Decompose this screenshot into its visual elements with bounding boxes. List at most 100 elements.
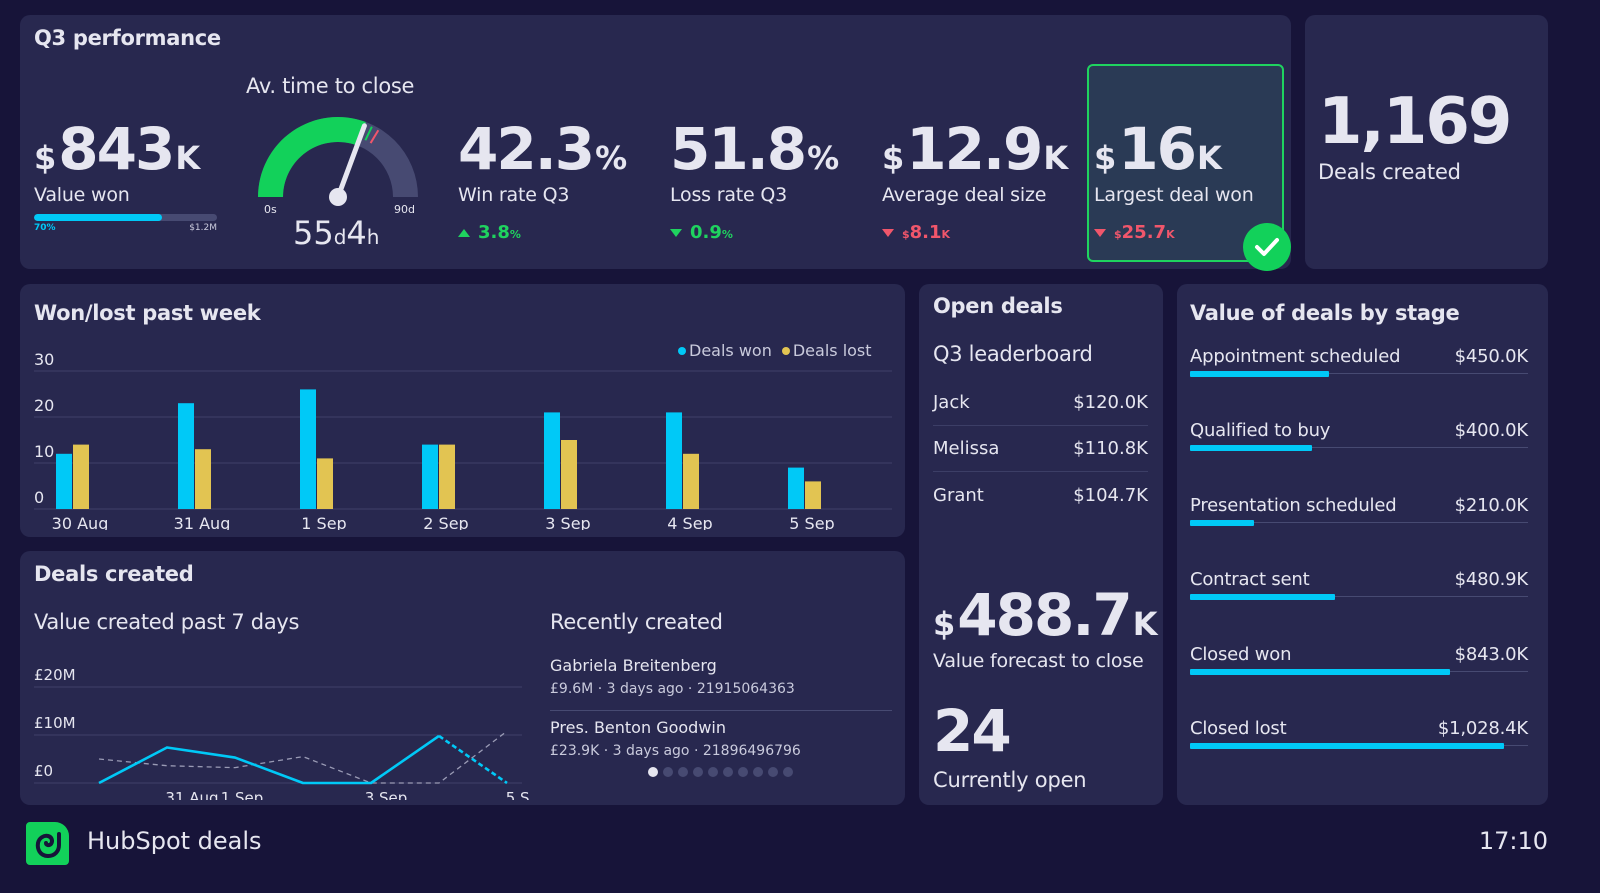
y-tick-label: £20M [34, 666, 76, 684]
win-rate-label: Win rate Q3 [458, 184, 570, 206]
avg-deal-kpi: $12.9K Average deal size $8.1K [882, 120, 1068, 243]
delta-value: 8.1 [909, 222, 942, 243]
stages-title: Value of deals by stage [1190, 301, 1460, 325]
unit-suffix: K [1196, 139, 1222, 177]
win-rate-delta: 3.8% [458, 222, 627, 243]
pagination-dot[interactable] [783, 767, 793, 777]
recent-deal-name: Pres. Benton Goodwin [550, 718, 726, 737]
stage-row: Closed won $843.0K [1190, 644, 1528, 675]
deals-created-total-value: 1,169 [1318, 85, 1512, 159]
stage-header: Closed lost $1,028.4K [1190, 718, 1528, 739]
delta-unit: % [509, 228, 521, 241]
trend-up-icon [458, 228, 470, 237]
recent-deal-item[interactable]: Gabriela Breitenberg £9.6M · 3 days ago … [550, 656, 892, 711]
hubspot-logo-icon [26, 822, 69, 865]
bar-lost [683, 453, 699, 509]
x-tick-label: 1 Sep [221, 789, 264, 800]
bar-won [422, 444, 438, 509]
won-lost-bar-chart: 0 10 20 30 30 Aug 31 Aug 1 Sep 2 Sep 3 Sep 4 Sep 5… [34, 350, 892, 530]
pagination-dot[interactable] [738, 767, 748, 777]
value-created-line-chart: £0 £10M £20M 31 Aug1 Sep 3 Sep 5 Sep [34, 666, 530, 800]
stage-bar-fill [1190, 668, 1451, 675]
x-tick-label: 5 Sep [506, 789, 530, 800]
pagination-dot[interactable] [648, 767, 658, 777]
recently-created-title: Recently created [550, 610, 723, 634]
leaderboard-row: Melissa $110.8K [933, 426, 1148, 472]
pagination-dot[interactable] [753, 767, 763, 777]
q3-performance-title: Q3 performance [34, 26, 221, 50]
x-tick-label: 5 Sep [789, 514, 834, 530]
gauge-min-label: 0s [264, 203, 277, 216]
largest-deal-delta: $25.7K [1094, 222, 1254, 243]
gauge-fill [258, 116, 366, 197]
open-deals-title: Open deals [933, 294, 1063, 318]
x-tick-label: 3 Sep [365, 789, 408, 800]
largest-deal-label: Largest deal won [1094, 184, 1254, 206]
stage-header: Contract sent $480.9K [1190, 569, 1528, 590]
stage-row: Closed lost $1,028.4K [1190, 718, 1528, 749]
days-unit: d [333, 225, 347, 249]
stage-label: Contract sent [1190, 569, 1310, 591]
x-tick-label: 31 Aug [174, 514, 231, 530]
value-won-label: Value won [34, 184, 130, 206]
forecast-kpi: $488.7K Value forecast to close [933, 586, 1158, 672]
unit-suffix: K [175, 139, 201, 177]
delta-prefix: $ [1114, 228, 1122, 241]
pagination-dot[interactable] [768, 767, 778, 777]
percent-suffix: % [807, 139, 840, 177]
stage-header: Qualified to buy $400.0K [1190, 420, 1528, 441]
value-won-kpi: $843K Value won [34, 120, 200, 206]
stage-bar [1190, 371, 1528, 377]
pagination-dot[interactable] [723, 767, 733, 777]
stage-header: Closed won $843.0K [1190, 644, 1528, 665]
largest-deal-value: 16 [1118, 115, 1197, 183]
recent-deal-item[interactable]: Pres. Benton Goodwin £23.9K · 3 days ago… [550, 718, 892, 759]
unit-suffix: K [1043, 139, 1069, 177]
stage-label: Presentation scheduled [1190, 494, 1397, 516]
value-won-number: $843K [34, 120, 200, 178]
avg-deal-value: 12.9 [906, 115, 1043, 183]
x-tick-label: 30 Aug [52, 514, 109, 530]
value-created-title: Value created past 7 days [34, 610, 300, 634]
stage-bar-fill [1190, 371, 1329, 377]
stage-value: $210.0K [1454, 494, 1529, 516]
line-this-week [98, 734, 440, 785]
delta-value: 0.9 [690, 222, 722, 243]
progress-percent-label: 70% [34, 223, 56, 233]
largest-deal-kpi: $16K Largest deal won $25.7K [1094, 120, 1254, 243]
stage-value: $400.0K [1454, 420, 1529, 442]
forecast-label: Value forecast to close [933, 650, 1144, 672]
bar-lost [439, 444, 455, 509]
leaderboard-name: Melissa [933, 438, 1000, 459]
unit-suffix: K [1132, 605, 1158, 643]
stage-bar-fill [1190, 594, 1336, 601]
clock-time: 17:10 [1478, 827, 1548, 855]
stage-bar [1190, 743, 1528, 749]
pagination-dot[interactable] [708, 767, 718, 777]
y-tick-label: 0 [34, 488, 44, 507]
delta-unit: % [721, 228, 733, 241]
win-rate-kpi: 42.3% Win rate Q3 3.8% [458, 120, 627, 243]
delta-value: 25.7 [1121, 222, 1167, 243]
delta-prefix: $ [902, 228, 910, 241]
value-won-progress-bar [34, 214, 217, 221]
time-to-close-title: Av. time to close [246, 74, 415, 98]
delta-unit: K [941, 228, 951, 241]
leaderboard-value: $120.0K [1073, 392, 1148, 413]
pagination-dot[interactable] [678, 767, 688, 777]
stage-value: $450.0K [1454, 346, 1529, 367]
stage-label: Closed won [1190, 643, 1292, 665]
time-to-close-value: 55d4h [293, 214, 379, 252]
y-tick-label: 20 [34, 396, 54, 415]
gauge-pivot [329, 188, 347, 206]
value-won-progress-fill [34, 214, 163, 221]
stage-header: Appointment scheduled $450.0K [1190, 346, 1528, 367]
pagination-dot[interactable] [693, 767, 703, 777]
deals-created-total-kpi: 1,169 Deals created [1318, 85, 1512, 184]
pagination-dot[interactable] [663, 767, 673, 777]
open-count-kpi: 24 Currently open [933, 702, 1087, 792]
bar-lost [73, 444, 89, 509]
stage-value: $843.0K [1454, 643, 1529, 665]
stage-row: Appointment scheduled $450.0K [1190, 346, 1528, 377]
trend-down-icon [670, 228, 682, 237]
